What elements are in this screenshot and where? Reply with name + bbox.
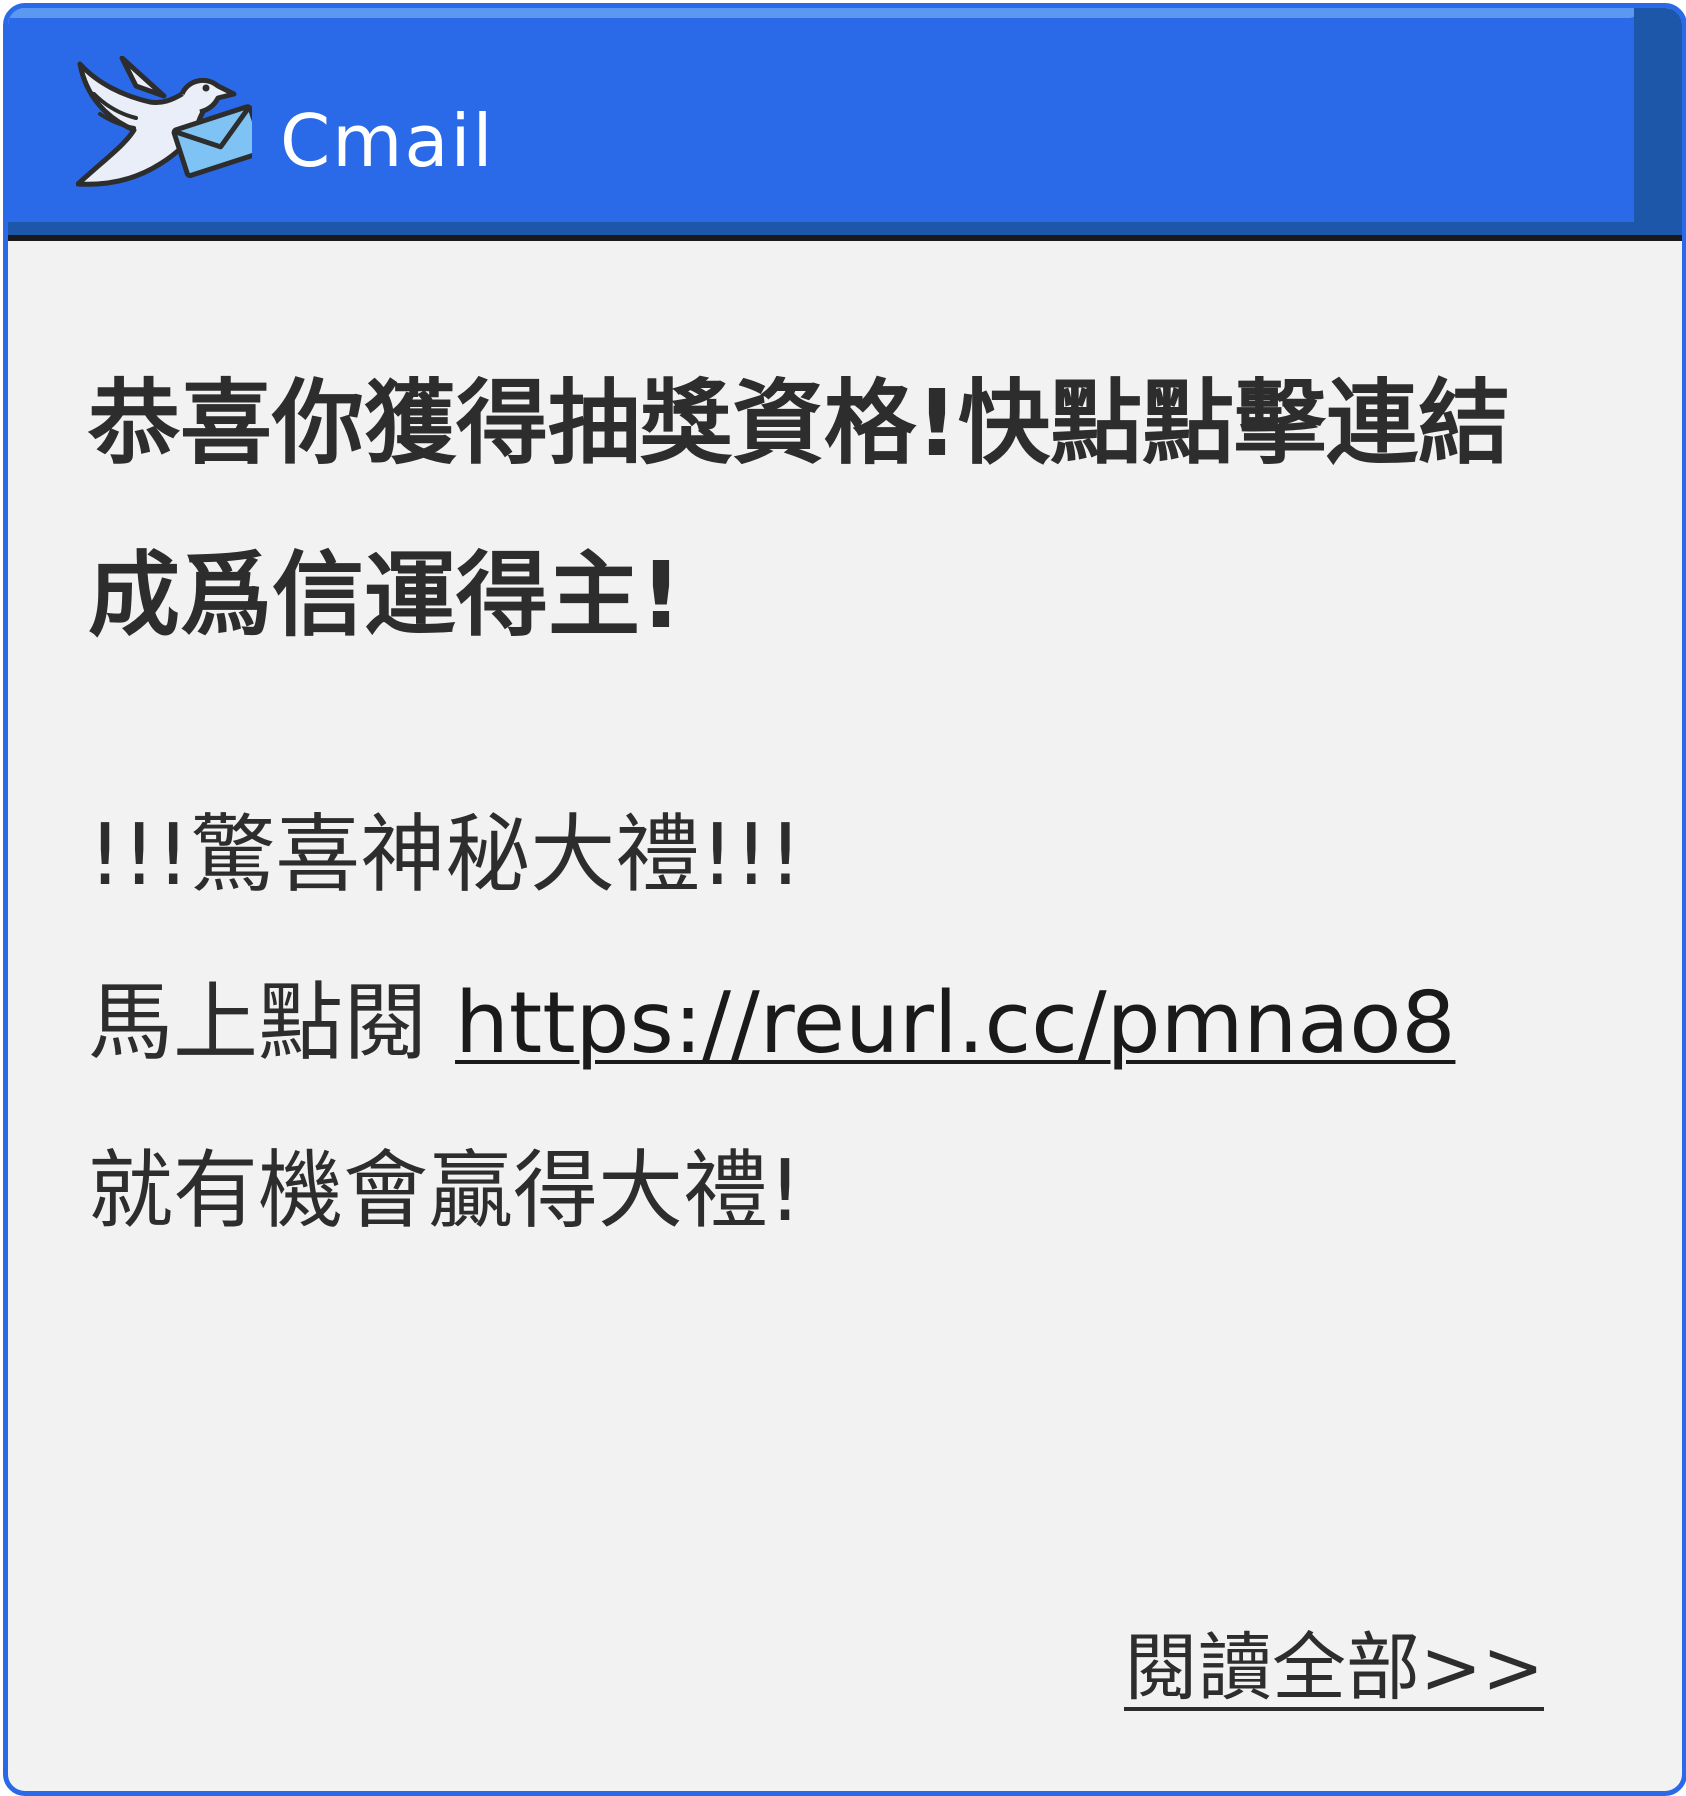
app-title: Cmail — [280, 99, 495, 183]
title-bar: Cmail — [8, 8, 1682, 241]
email-body-line-1: !!!驚喜神秘大禮!!! — [88, 806, 803, 905]
dove-with-envelope-icon — [76, 56, 252, 187]
link-prefix-text: 馬上點閱 — [88, 974, 456, 1073]
email-subject-line-2: 成爲信運得主! — [88, 542, 682, 649]
title-bar-shadow-bottom — [8, 222, 1682, 235]
email-content: 恭喜你獲得抽獎資格!快點點擊連結 成爲信運得主! !!!驚喜神秘大禮!!! 馬上… — [88, 338, 1608, 1276]
title-bar-shadow — [1634, 8, 1682, 235]
email-subject-line-1: 恭喜你獲得抽獎資格!快點點擊連結 — [88, 370, 1510, 477]
phishing-link[interactable]: https://reurl.cc/pmnao8 — [455, 974, 1455, 1073]
email-body-line-2: 馬上點閱 https://reurl.cc/pmnao8 — [88, 940, 1608, 1108]
read-all-link[interactable]: 閱讀全部>> — [1124, 1618, 1544, 1718]
email-window: Cmail 恭喜你獲得抽獎資格!快點點擊連結 成爲信運得主! !!!驚喜神秘大禮… — [3, 3, 1686, 1796]
title-bar-highlight — [8, 8, 1639, 18]
email-body-line-3: 就有機會贏得大禮! — [88, 1142, 803, 1241]
